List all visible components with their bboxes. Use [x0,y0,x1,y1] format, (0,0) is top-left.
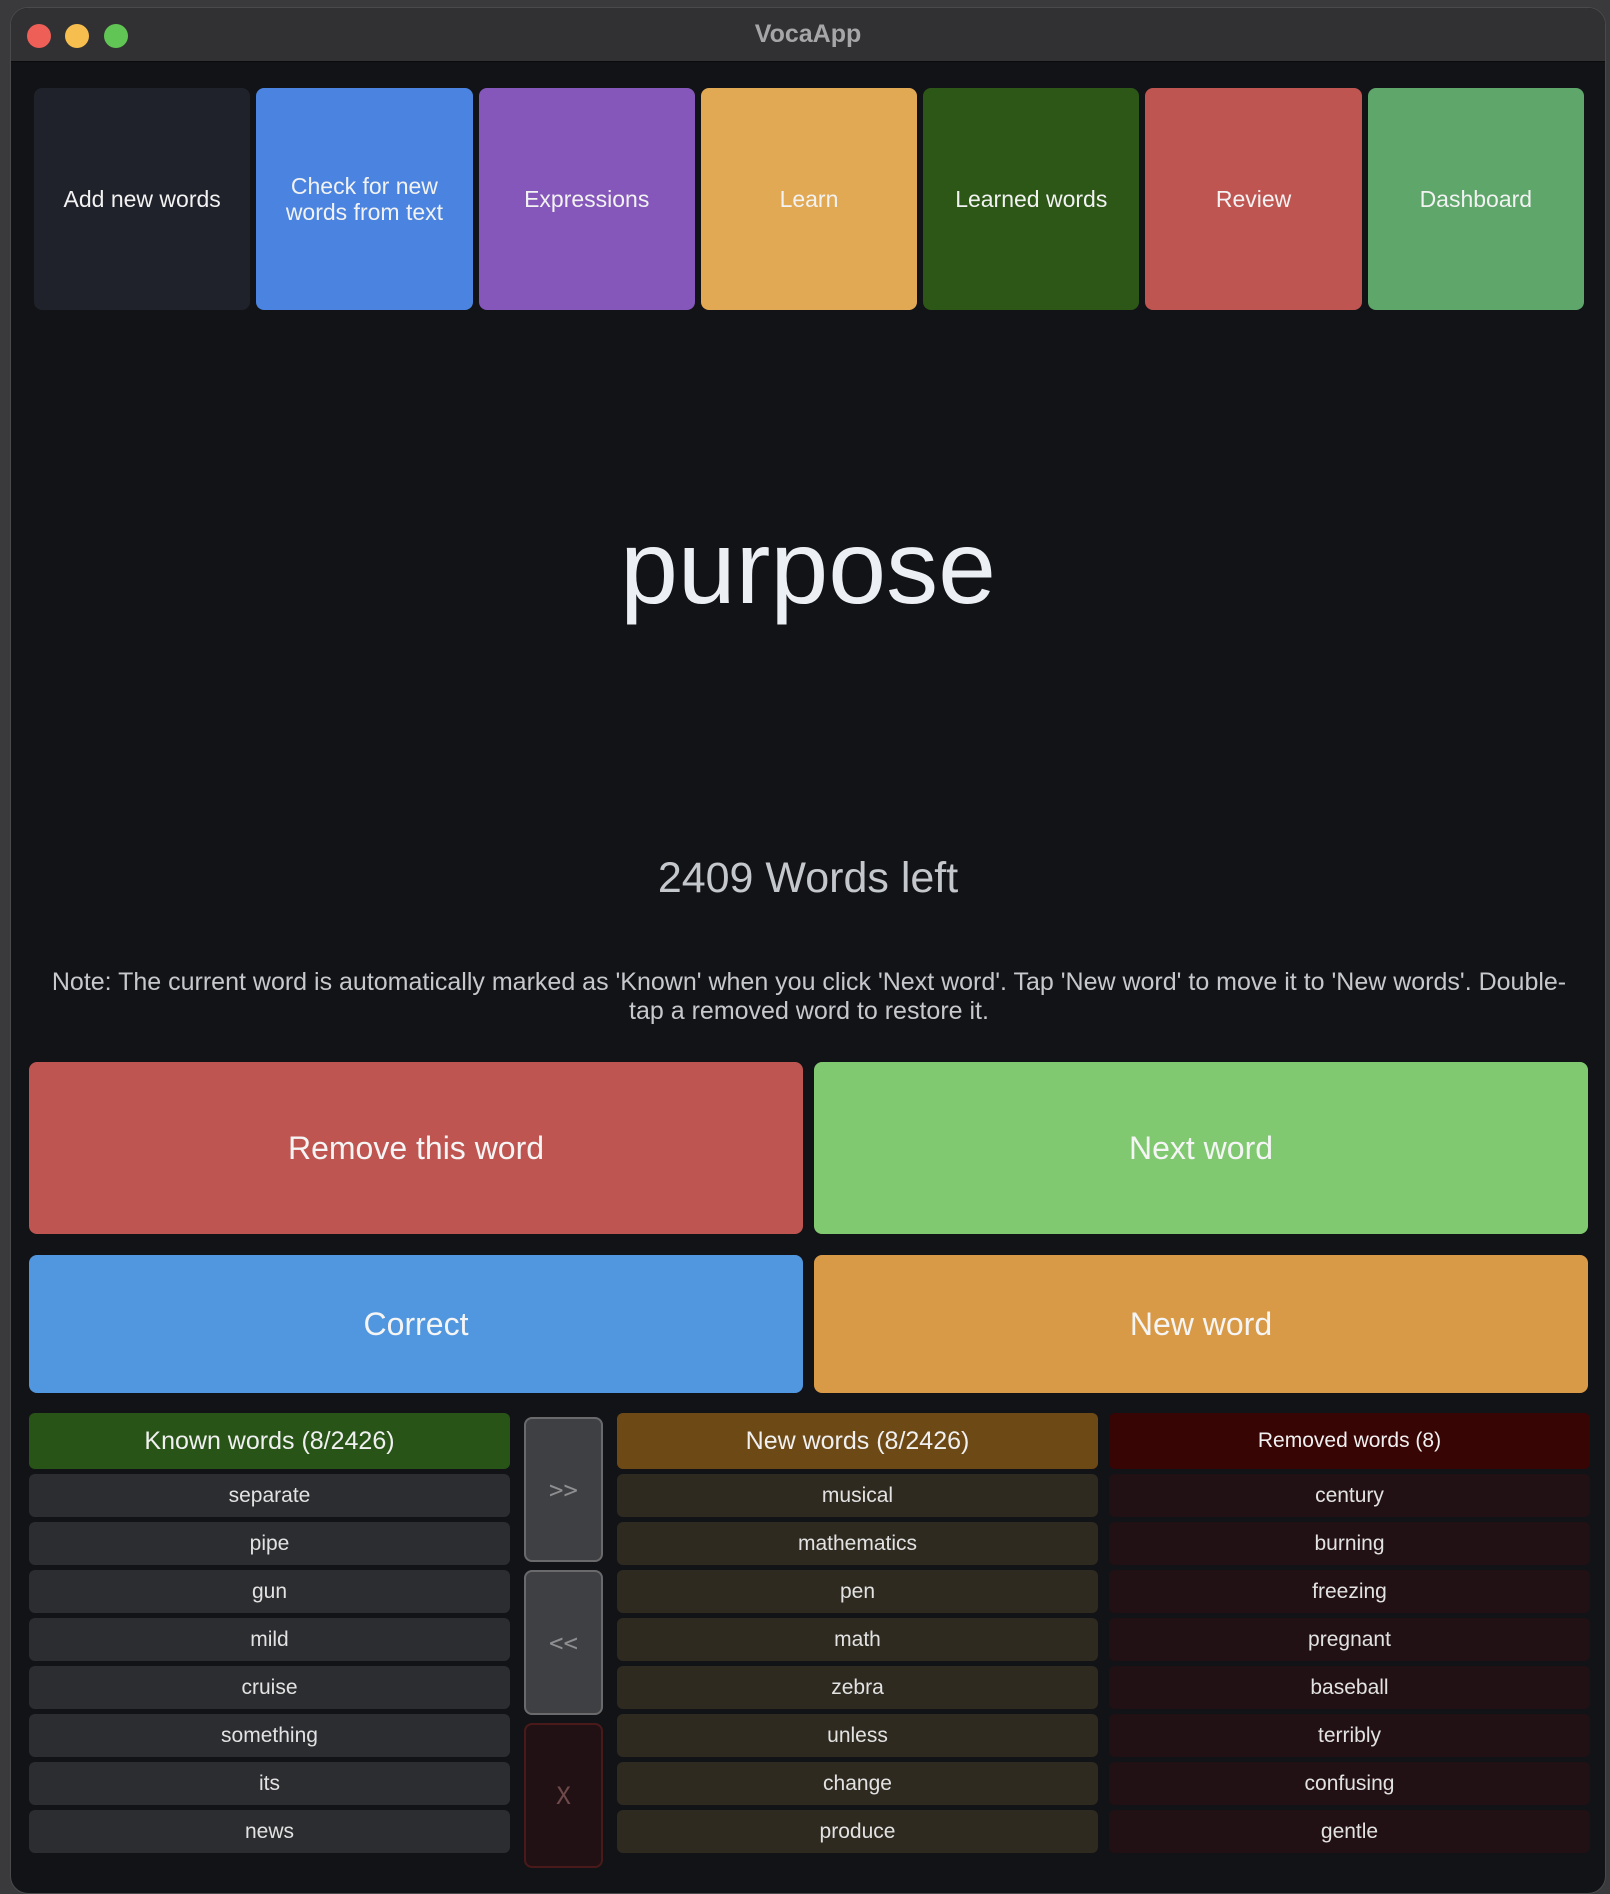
remove-word-button[interactable]: Remove this word [29,1062,803,1234]
nav-check-new-words-from-text[interactable]: Check for new words from text [256,88,473,310]
instruction-note: Note: The current word is automatically … [51,968,1567,1025]
nav-expressions[interactable]: Expressions [478,88,695,310]
new-word-item[interactable]: produce [617,1810,1098,1853]
removed-word-item[interactable]: confusing [1109,1762,1590,1805]
new-word-button[interactable]: New word [814,1255,1588,1393]
new-word-item[interactable]: mathematics [617,1522,1098,1565]
new-word-item[interactable]: pen [617,1570,1098,1613]
known-word-item[interactable]: mild [29,1618,510,1661]
known-words-panel: Known words (8/2426) separate pipe gun m… [29,1413,510,1858]
title-bar: VocaApp [11,8,1605,62]
removed-word-item[interactable]: gentle [1109,1810,1590,1853]
removed-word-item[interactable]: century [1109,1474,1590,1517]
known-word-item[interactable]: pipe [29,1522,510,1565]
nav-add-new-words[interactable]: Add new words [34,88,251,310]
known-word-item[interactable]: something [29,1714,510,1757]
new-word-item[interactable]: unless [617,1714,1098,1757]
app-window: VocaApp Add new words Check for new word… [10,7,1606,1894]
correct-button[interactable]: Correct [29,1255,803,1393]
removed-word-item[interactable]: baseball [1109,1666,1590,1709]
removed-word-item[interactable]: terribly [1109,1714,1590,1757]
known-word-item[interactable]: separate [29,1474,510,1517]
known-word-item[interactable]: news [29,1810,510,1853]
remove-selected-button[interactable]: X [524,1723,603,1868]
next-word-button[interactable]: Next word [814,1062,1588,1234]
move-to-new-button[interactable]: >> [524,1417,603,1562]
new-words-panel: New words (8/2426) musical mathematics p… [617,1413,1098,1858]
nav-dashboard[interactable]: Dashboard [1367,88,1584,310]
move-to-known-button[interactable]: << [524,1570,603,1715]
new-word-item[interactable]: zebra [617,1666,1098,1709]
removed-words-panel: Removed words (8) century burning freezi… [1109,1413,1590,1858]
known-word-item[interactable]: its [29,1762,510,1805]
removed-word-item[interactable]: pregnant [1109,1618,1590,1661]
nav-tiles: Add new words Check for new words from t… [34,88,1584,310]
new-words-header: New words (8/2426) [617,1413,1098,1469]
removed-word-item[interactable]: burning [1109,1522,1590,1565]
words-left-count: 2409 Words left [657,854,959,902]
new-word-item[interactable]: musical [617,1474,1098,1517]
window-title: VocaApp [754,20,862,48]
nav-learn[interactable]: Learn [700,88,918,310]
nav-review[interactable]: Review [1145,88,1362,310]
nav-learned-words[interactable]: Learned words [923,88,1140,310]
current-word: purpose [620,510,996,626]
removed-words-header: Removed words (8) [1109,1413,1590,1469]
new-word-item[interactable]: math [617,1618,1098,1661]
known-words-header: Known words (8/2426) [29,1413,510,1469]
known-word-item[interactable]: cruise [29,1666,510,1709]
new-word-item[interactable]: change [617,1762,1098,1805]
removed-word-item[interactable]: freezing [1109,1570,1590,1613]
known-word-item[interactable]: gun [29,1570,510,1613]
